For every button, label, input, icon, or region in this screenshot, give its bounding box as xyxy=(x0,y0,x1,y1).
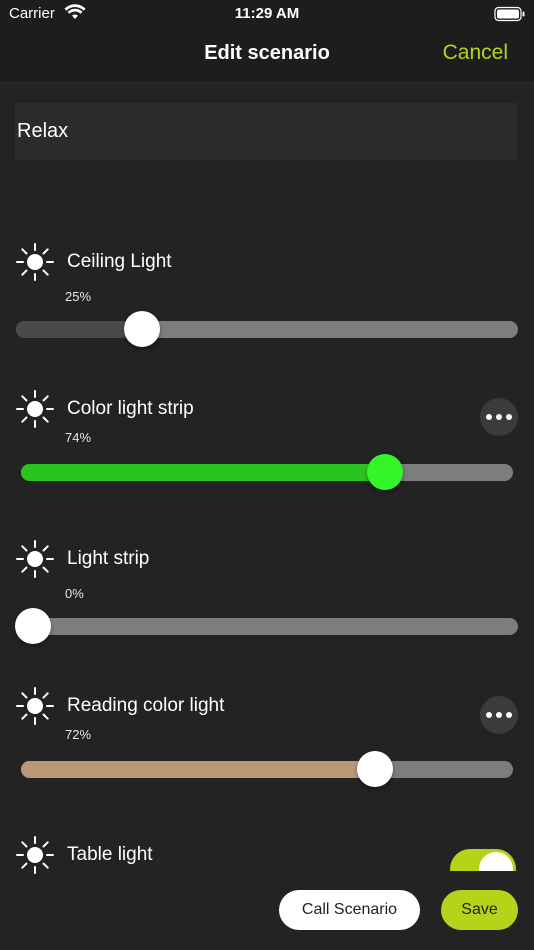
sun-icon xyxy=(16,390,54,428)
status-time: 11:29 AM xyxy=(234,5,300,22)
navigation-bar: Edit scenario Cancel xyxy=(0,28,534,83)
more-icon xyxy=(506,712,512,718)
light-level-label: 25% xyxy=(65,289,92,304)
slider-knob[interactable] xyxy=(15,608,51,644)
more-icon xyxy=(486,712,492,718)
call-scenario-button[interactable]: Call Scenario xyxy=(279,890,420,930)
light-name: Color light strip xyxy=(67,398,194,419)
slider-fill xyxy=(21,464,386,481)
brightness-slider[interactable] xyxy=(21,454,513,490)
slider-fill xyxy=(16,321,142,338)
slider-knob[interactable] xyxy=(367,454,404,490)
table-light-toggle[interactable] xyxy=(450,849,516,871)
sun-icon xyxy=(16,540,54,578)
brightness-slider[interactable] xyxy=(15,608,518,644)
slider-knob[interactable] xyxy=(357,751,394,787)
slider-fill xyxy=(21,761,376,778)
brightness-slider[interactable] xyxy=(21,751,513,787)
save-button[interactable]: Save xyxy=(441,890,518,930)
status-bar: Carrier 11:29 AM xyxy=(0,0,534,28)
slider-knob[interactable] xyxy=(123,311,160,347)
light-name: Reading color light xyxy=(67,695,225,716)
sun-icon xyxy=(16,836,54,874)
light-name: Ceiling Light xyxy=(67,251,172,272)
sun-icon xyxy=(16,243,54,281)
light-level-label: 72% xyxy=(65,727,92,742)
more-icon xyxy=(506,414,512,420)
light-level-label: 0% xyxy=(65,586,84,601)
light-level-label: 74% xyxy=(65,430,92,445)
more-icon xyxy=(496,712,502,718)
sun-icon xyxy=(16,687,54,725)
more-icon xyxy=(496,414,502,420)
scenario-name-input[interactable] xyxy=(15,103,518,160)
more-options-button[interactable] xyxy=(480,398,518,436)
more-icon xyxy=(486,414,492,420)
light-name: Light strip xyxy=(67,548,150,569)
battery-icon xyxy=(494,6,525,22)
brightness-slider[interactable] xyxy=(16,311,518,347)
cancel-button[interactable]: Cancel xyxy=(443,41,508,65)
light-name: Table light xyxy=(67,844,153,865)
more-options-button[interactable] xyxy=(480,696,518,734)
